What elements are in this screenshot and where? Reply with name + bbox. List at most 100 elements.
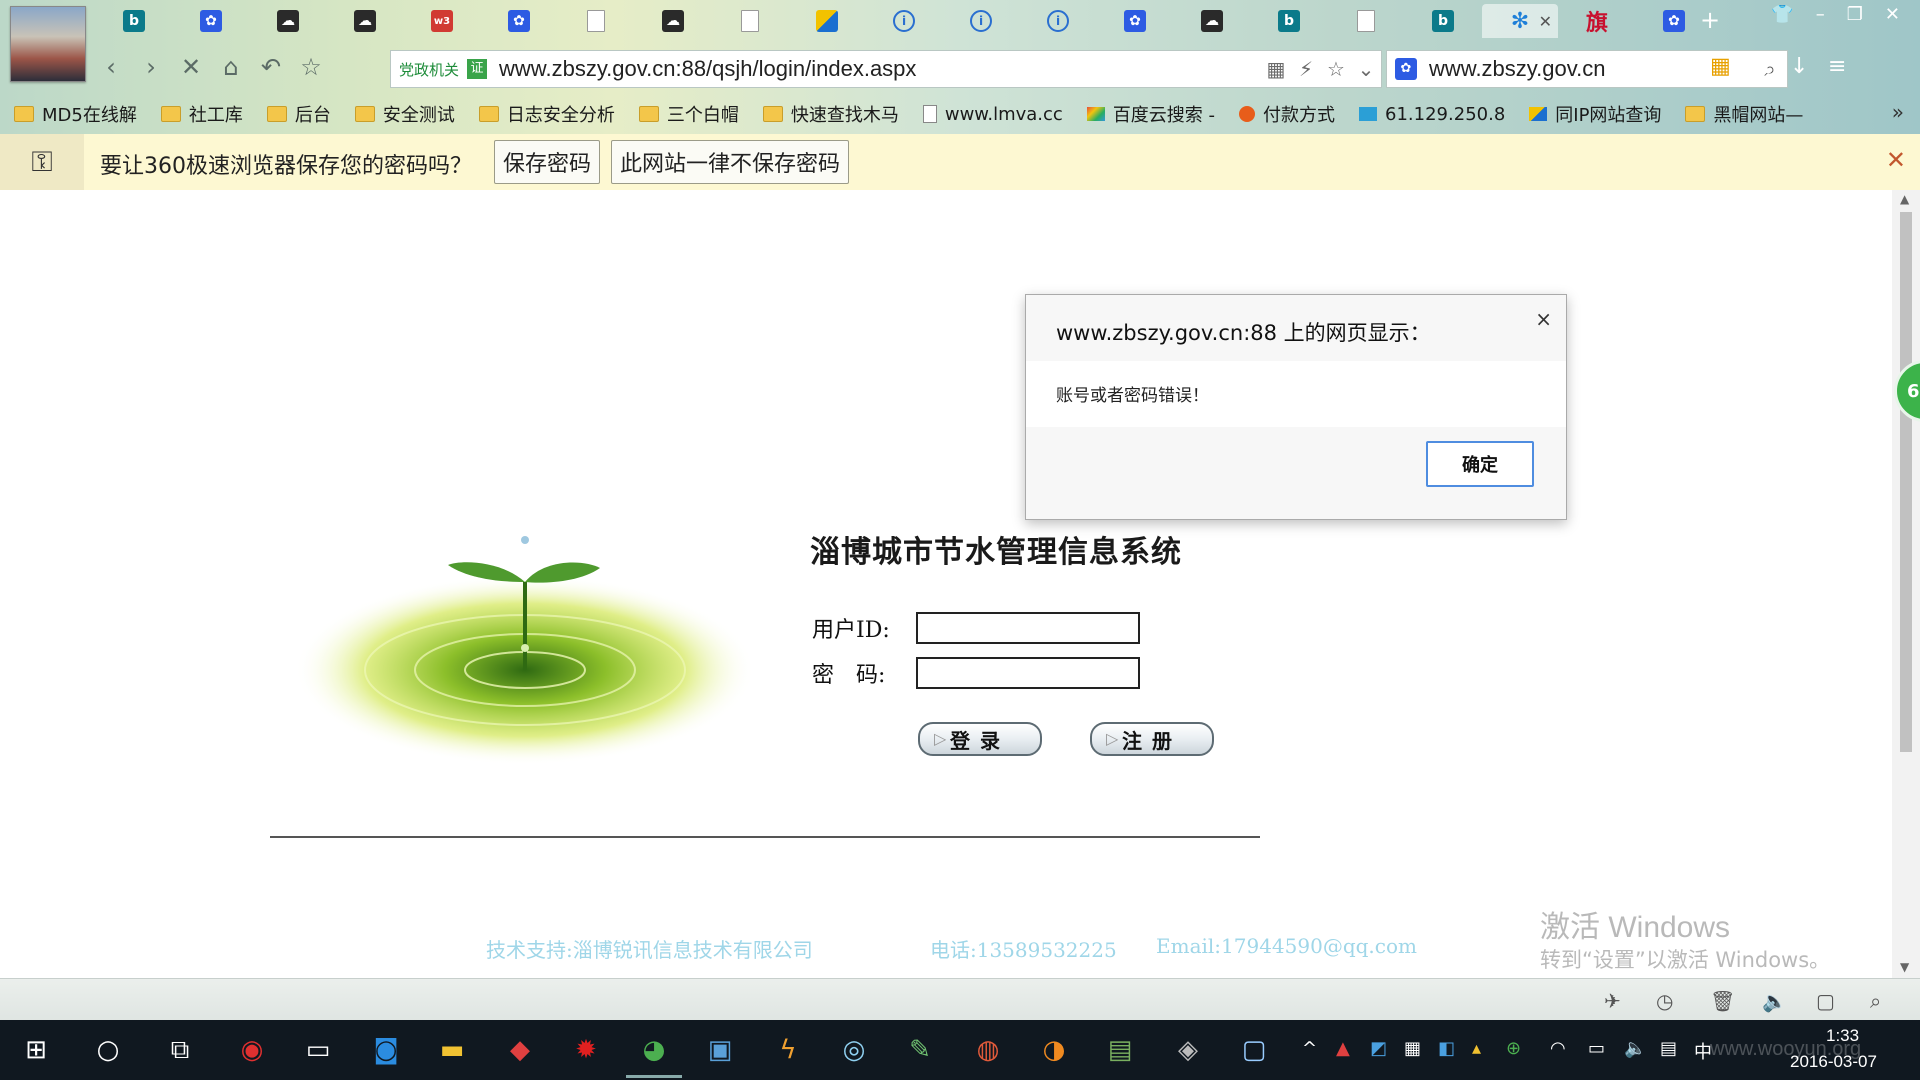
clock-date[interactable]: 2016-03-07 [1790, 1052, 1877, 1072]
home-icon[interactable]: ⌂ [216, 52, 246, 82]
tool-app-icon[interactable]: ✎ [900, 1030, 940, 1070]
wifi-icon[interactable]: ◠ [1550, 1038, 1566, 1059]
browser-tab[interactable] [789, 4, 865, 38]
dialog-close-icon[interactable]: × [1535, 307, 1552, 331]
clock-time[interactable]: 1:33 [1826, 1026, 1859, 1046]
bookmark-item[interactable]: 日志安全分析 [478, 101, 615, 127]
clear-trash-icon[interactable]: 🗑 [1710, 989, 1735, 1013]
chat-app-icon[interactable]: ◙ [366, 1030, 406, 1070]
scroll-up-arrow[interactable]: ▲ [1900, 192, 1909, 206]
user-avatar[interactable] [10, 6, 86, 82]
browser-tab[interactable]: 旗 [1559, 4, 1635, 38]
browser-tab[interactable]: b [96, 4, 172, 38]
close-infobar-icon[interactable]: ✕ [1886, 146, 1906, 174]
apps-grid-icon[interactable]: ▦ [1710, 54, 1731, 79]
tray-app-icon[interactable]: ◧ [1438, 1038, 1455, 1059]
lightning-icon[interactable]: ⚡ [1291, 57, 1321, 81]
task-view-icon[interactable]: ⧉ [160, 1030, 200, 1070]
baidu-search-engine-icon[interactable]: ✿ [1395, 58, 1417, 80]
address-bar[interactable]: 党政机关 证 www.zbszy.gov.cn:88/qsjh/login/in… [390, 50, 1382, 88]
window-mode-icon[interactable]: ▢ [1816, 989, 1835, 1013]
scroll-down-arrow[interactable]: ▼ [1900, 960, 1909, 974]
gamepad-app-icon[interactable]: ◈ [1168, 1030, 1208, 1070]
file-explorer-icon[interactable]: ▬ [432, 1030, 472, 1070]
bookmark-item[interactable]: www.lmva.cc [922, 104, 1063, 125]
notepad-app-icon[interactable]: ▤ [1100, 1030, 1140, 1070]
browser-tab[interactable] [558, 4, 634, 38]
forward-icon[interactable]: › [136, 52, 166, 82]
360-browser-taskbar-icon[interactable]: ◕ [626, 1030, 682, 1078]
browser-tab[interactable]: b [1405, 4, 1481, 38]
save-password-button[interactable]: 保存密码 [494, 140, 601, 184]
browser-tab[interactable]: ☁ [327, 4, 403, 38]
speed-icon[interactable]: ◷ [1656, 989, 1673, 1013]
terminal-icon[interactable]: ▭ [298, 1030, 338, 1070]
eye-app-icon[interactable]: ◎ [834, 1030, 874, 1070]
bookmark-item[interactable]: 快速查找木马 [762, 101, 899, 127]
maximize-button[interactable]: ❐ [1847, 4, 1863, 25]
browser-tab[interactable] [1328, 4, 1404, 38]
windows-start-icon[interactable]: ⊞ [16, 1030, 56, 1070]
browser-tab[interactable]: ☁ [635, 4, 711, 38]
browser-tab[interactable]: ✻ ✕ [1482, 4, 1558, 38]
download-icon[interactable]: ↓ [1790, 54, 1808, 79]
pin-icon[interactable]: ✈ [1604, 989, 1621, 1013]
cortana-search-icon[interactable]: ○ [88, 1030, 128, 1070]
undo-close-icon[interactable]: ↶ [256, 52, 286, 82]
back-icon[interactable]: ‹ [96, 52, 126, 82]
bookmark-item[interactable]: 社工库 [160, 101, 243, 127]
browser-tab[interactable]: ☁ [250, 4, 326, 38]
browser-tab[interactable]: ✿ [481, 4, 557, 38]
dialog-ok-button[interactable]: 确定 [1426, 441, 1534, 487]
bookmark-item[interactable]: 百度云搜索 - [1086, 101, 1215, 127]
browser-globe-icon[interactable]: ◉ [232, 1030, 272, 1070]
browser-tab[interactable]: w3 [404, 4, 480, 38]
notification-icon[interactable]: ▤ [1660, 1038, 1677, 1059]
browser-tab[interactable]: b [1251, 4, 1327, 38]
thunder-app-icon[interactable]: ϟ [768, 1030, 808, 1070]
bookmark-star-icon[interactable]: ☆ [1321, 57, 1351, 81]
vertical-scrollbar[interactable]: ▲ ▼ [1892, 190, 1920, 978]
bookmark-item[interactable]: 安全测试 [354, 101, 455, 127]
minimize-button[interactable]: – [1816, 4, 1825, 25]
tray-app-icon[interactable]: ▦ [1404, 1038, 1421, 1059]
tray-app-icon[interactable]: ▴ [1472, 1038, 1481, 1059]
close-window-button[interactable]: ✕ [1885, 4, 1900, 25]
register-button[interactable]: ▷ 注册 [1090, 722, 1214, 756]
snail-app-icon[interactable]: ◍ [968, 1030, 1008, 1070]
browser-tab[interactable]: ✿ [1097, 4, 1173, 38]
bookmark-item[interactable]: MD5在线解 [14, 101, 137, 127]
tray-plus-icon[interactable]: ⊕ [1506, 1038, 1521, 1059]
user-id-input[interactable] [916, 612, 1140, 644]
new-tab-button[interactable]: + [1700, 6, 1720, 34]
battery-icon[interactable]: ▭ [1588, 1038, 1605, 1059]
certificate-icon[interactable]: 证 [467, 59, 488, 79]
browser-tab[interactable]: ✿ [173, 4, 249, 38]
password-input[interactable] [916, 657, 1140, 689]
login-button[interactable]: ▷ 登录 [918, 722, 1042, 756]
tray-app-icon[interactable]: ◩ [1370, 1038, 1387, 1059]
firefox-icon[interactable]: ◑ [1034, 1030, 1074, 1070]
url-input[interactable]: www.zbszy.gov.cn:88/qsjh/login/index.asp… [499, 56, 1261, 82]
bookmark-item[interactable]: 付款方式 [1239, 101, 1335, 127]
bookmarks-overflow-chevron[interactable]: » [1892, 100, 1904, 124]
red-app-icon[interactable]: ✹ [566, 1030, 606, 1070]
bookmark-item[interactable]: 黑帽网站— [1685, 101, 1803, 127]
close-tab-icon[interactable]: ✕ [1539, 12, 1552, 31]
volume-tray-icon[interactable]: 🔈 [1624, 1038, 1646, 1059]
never-save-password-button[interactable]: 此网站一律不保存密码 [611, 140, 850, 184]
browser-tab[interactable]: i [943, 4, 1019, 38]
qr-code-icon[interactable]: ▦ [1261, 57, 1291, 81]
office-app-icon[interactable]: ◆ [500, 1030, 540, 1070]
zoom-search-icon[interactable]: ⌕ [1870, 989, 1881, 1013]
bookmark-item[interactable]: 后台 [266, 101, 331, 127]
search-input[interactable]: www.zbszy.gov.cn [1429, 56, 1753, 82]
menu-icon[interactable]: ≡ [1828, 54, 1846, 79]
tray-app-icon[interactable]: ▲ [1336, 1038, 1350, 1059]
skin-icon[interactable]: 👕 [1771, 4, 1793, 25]
browser-tab[interactable]: i [866, 4, 942, 38]
bookmark-item[interactable]: 三个白帽 [638, 101, 739, 127]
bookmark-item[interactable]: 同IP网站查询 [1529, 101, 1661, 127]
dropdown-chevron-icon[interactable]: ⌄ [1351, 57, 1381, 81]
bookmark-item[interactable]: 61.129.250.8 [1359, 104, 1505, 125]
